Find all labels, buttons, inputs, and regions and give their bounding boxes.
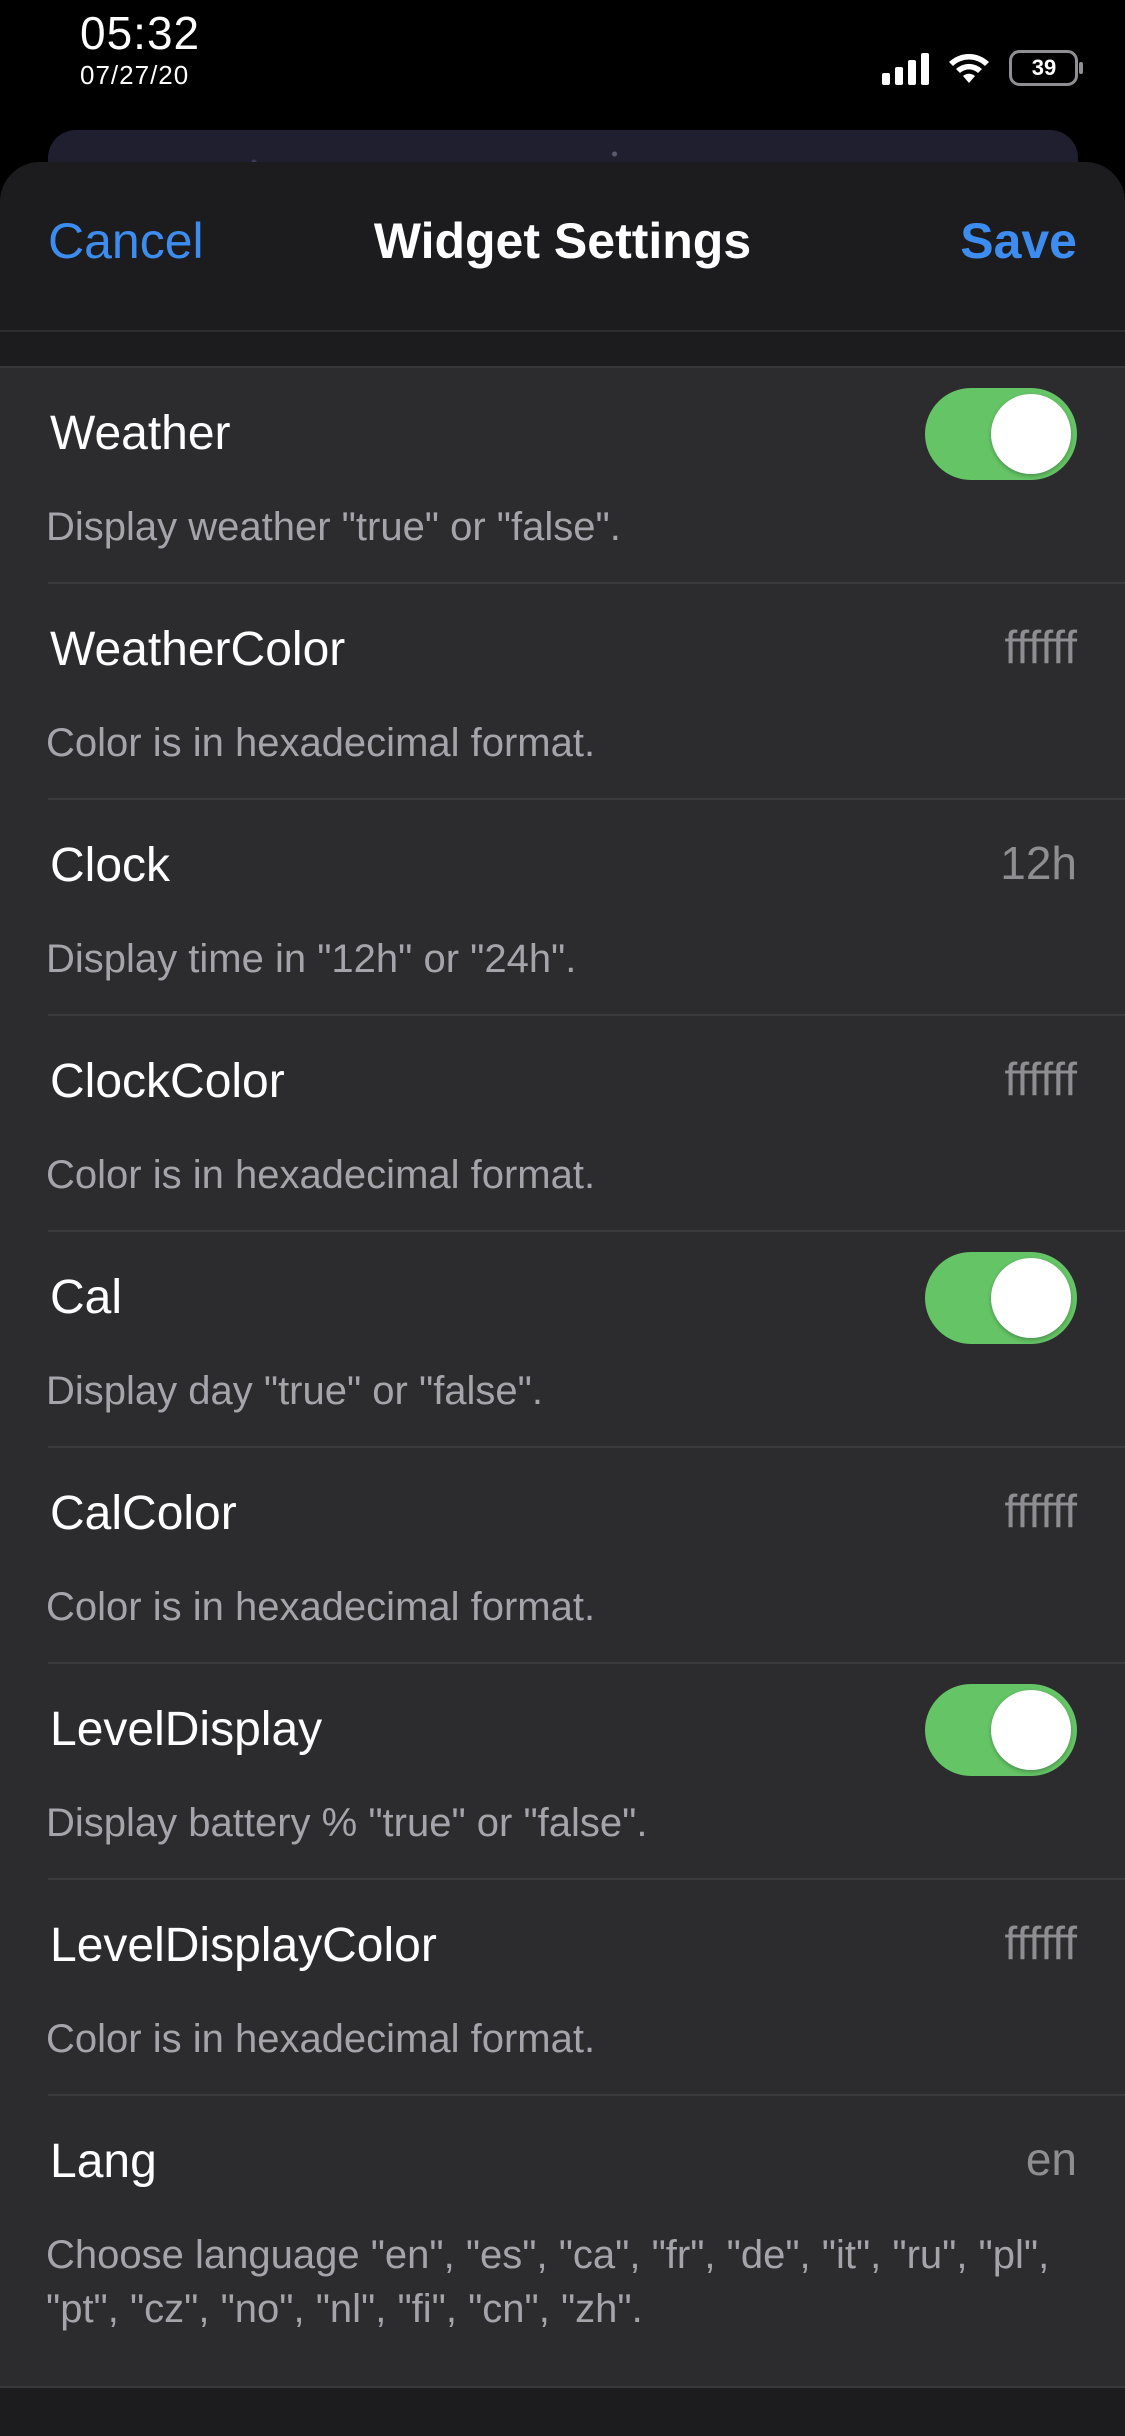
weather-toggle[interactable] [925, 388, 1077, 480]
wifi-icon [947, 51, 991, 85]
setting-description: Display day "true" or "false". [46, 1369, 543, 1413]
leveldisplay-toggle[interactable] [925, 1684, 1077, 1776]
setting-description: Display time in "12h" or "24h". [46, 937, 577, 981]
battery-level: 39 [1031, 55, 1057, 80]
weathercolor-value[interactable]: ffffff [1004, 620, 1077, 674]
page-title: Widget Settings [373, 213, 752, 269]
setting-description: Display weather "true" or "false". [46, 505, 621, 549]
cal-toggle[interactable] [925, 1252, 1077, 1344]
setting-description: Color is in hexadecimal format. [46, 721, 596, 765]
setting-description: Color is in hexadecimal format. [46, 2017, 596, 2061]
setting-description: Choose language "en", "es", "ca", "fr", … [46, 2233, 1050, 2331]
leveldisplaycolor-value[interactable]: ffffff [1004, 1916, 1077, 1970]
status-bar: 05:32 07/27/20 39 [0, 0, 1125, 132]
setting-description: Display battery % "true" or "false". [46, 1801, 648, 1845]
clock-value[interactable]: 12h [1000, 836, 1077, 890]
cellular-signal-icon [882, 51, 929, 85]
calcolor-value[interactable]: ffffff [1004, 1484, 1077, 1538]
setting-label: Lang [50, 2135, 157, 2188]
setting-row-clockcolor[interactable]: ClockColor ffffff Color is in hexadecima… [0, 1016, 1125, 1232]
clockcolor-value[interactable]: ffffff [1004, 1052, 1077, 1106]
status-date: 07/27/20 [80, 60, 190, 90]
setting-row-leveldisplaycolor[interactable]: LevelDisplayColor ffffff Color is in hex… [0, 1880, 1125, 2096]
settings-sheet: Cancel Widget Settings Save Weather Disp… [0, 162, 1125, 2436]
setting-row-clock[interactable]: Clock 12h Display time in "12h" or "24h"… [0, 800, 1125, 1016]
toggle-knob [991, 394, 1071, 474]
setting-row-cal: Cal Display day "true" or "false". [0, 1232, 1125, 1448]
status-time: 05:32 [80, 7, 201, 59]
setting-description: Color is in hexadecimal format. [46, 1585, 596, 1629]
setting-label: CalColor [50, 1487, 237, 1540]
setting-label: LevelDisplayColor [50, 1919, 437, 1972]
toggle-knob [991, 1690, 1071, 1770]
nav-bar: Cancel Widget Settings Save [0, 162, 1125, 330]
save-button[interactable]: Save [960, 212, 1077, 270]
setting-label: ClockColor [50, 1055, 285, 1108]
setting-label: Weather [50, 407, 231, 460]
battery-icon: 39 [1009, 50, 1085, 86]
settings-list: Weather Display weather "true" or "false… [0, 368, 1125, 2386]
status-icons: 39 [882, 48, 1085, 88]
setting-row-weather: Weather Display weather "true" or "false… [0, 368, 1125, 584]
setting-label: WeatherColor [50, 623, 346, 676]
setting-row-leveldisplay: LevelDisplay Display battery % "true" or… [0, 1664, 1125, 1880]
setting-label: Cal [50, 1271, 123, 1324]
setting-row-calcolor[interactable]: CalColor ffffff Color is in hexadecimal … [0, 1448, 1125, 1664]
setting-row-weathercolor[interactable]: WeatherColor ffffff Color is in hexadeci… [0, 584, 1125, 800]
lang-value[interactable]: en [1026, 2132, 1077, 2186]
setting-description: Color is in hexadecimal format. [46, 1153, 596, 1197]
setting-row-lang[interactable]: Lang en Choose language "en", "es", "ca"… [0, 2096, 1125, 2386]
toggle-knob [991, 1258, 1071, 1338]
setting-label: LevelDisplay [50, 1703, 323, 1756]
setting-label: Clock [50, 839, 171, 892]
